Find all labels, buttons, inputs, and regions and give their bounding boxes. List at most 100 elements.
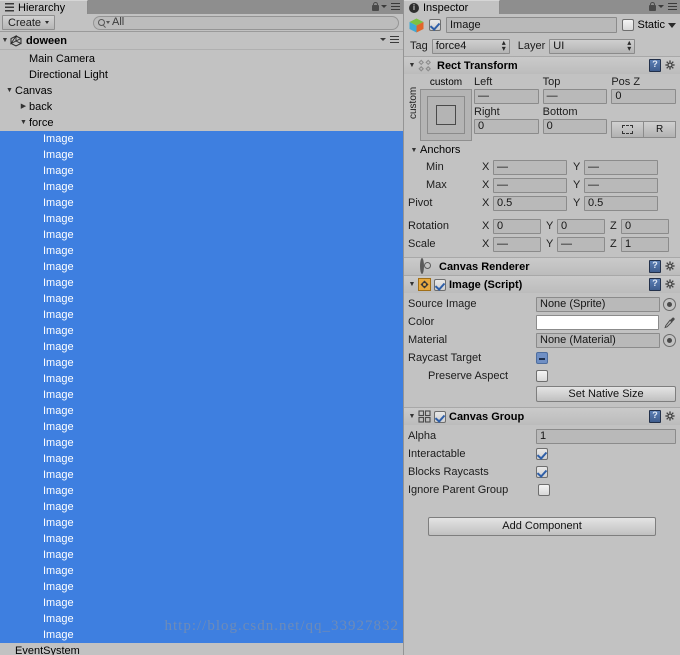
scale-z-input[interactable]: 1 [621, 236, 669, 252]
scene-row-menu[interactable] [380, 36, 399, 43]
hierarchy-row[interactable]: Image [0, 531, 403, 547]
rotation-z-input[interactable]: 0 [621, 218, 669, 234]
hamburger-menu-icon[interactable] [668, 3, 677, 10]
source-image-objectfield[interactable]: None (Sprite) [536, 296, 676, 312]
right-input[interactable]: 0 [474, 119, 539, 134]
left-input[interactable]: — [474, 89, 539, 104]
help-icon[interactable] [649, 278, 661, 291]
material-objectfield[interactable]: None (Material) [536, 332, 676, 348]
hierarchy-row[interactable]: Image [0, 403, 403, 419]
hierarchy-row[interactable]: Image [0, 595, 403, 611]
hierarchy-row[interactable]: Image [0, 451, 403, 467]
hierarchy-row[interactable]: Image [0, 371, 403, 387]
anchors-foldout[interactable]: ▼ Anchors [408, 142, 676, 158]
blueprint-mode-button[interactable] [611, 121, 644, 138]
hierarchy-row[interactable]: Image [0, 179, 403, 195]
image-script-header[interactable]: ▼ Image (Script) [404, 276, 680, 293]
set-native-size-button[interactable]: Set Native Size [536, 386, 676, 402]
hierarchy-row[interactable]: Image [0, 435, 403, 451]
layer-dropdown[interactable]: UI ▴ ▾ [549, 38, 636, 54]
canvas-group-header[interactable]: ▼ Canvas Group [404, 408, 680, 425]
hierarchy-row[interactable]: Image [0, 467, 403, 483]
object-picker-icon[interactable] [663, 333, 676, 347]
anchor-max-x-input[interactable]: — [493, 177, 567, 193]
pivot-x-input[interactable]: 0.5 [493, 195, 567, 211]
alpha-input[interactable]: 1 [536, 428, 676, 444]
hierarchy-row[interactable]: ▼ force [0, 115, 403, 131]
expand-arrow-icon[interactable]: ▼ [4, 83, 15, 99]
hierarchy-row[interactable]: Image [0, 563, 403, 579]
hierarchy-row[interactable]: Image [0, 627, 403, 643]
hierarchy-row[interactable]: Image [0, 611, 403, 627]
canvas-group-enabled-checkbox[interactable] [434, 410, 446, 423]
tag-dropdown[interactable]: force4 ▴ ▾ [431, 38, 510, 54]
hierarchy-row[interactable]: Image [0, 499, 403, 515]
hierarchy-row[interactable]: EventSystem [0, 643, 403, 655]
scene-expand-arrow[interactable]: ▼ [0, 37, 10, 44]
hierarchy-row[interactable]: Image [0, 339, 403, 355]
hierarchy-row[interactable]: Image [0, 483, 403, 499]
color-swatch[interactable] [536, 314, 659, 330]
hamburger-menu-icon[interactable] [391, 3, 400, 10]
anchor-preset-box[interactable] [420, 89, 472, 141]
hierarchy-row[interactable]: Image [0, 147, 403, 163]
hierarchy-row[interactable]: Image [0, 579, 403, 595]
add-component-button[interactable]: Add Component [428, 517, 656, 536]
expand-arrow-icon[interactable]: ▶ [18, 99, 29, 115]
bottom-input[interactable]: 0 [542, 119, 608, 134]
eyedropper-icon[interactable] [663, 316, 676, 329]
hierarchy-row[interactable]: ▶ back [0, 99, 403, 115]
help-icon[interactable] [649, 260, 661, 273]
hierarchy-row[interactable]: Image [0, 211, 403, 227]
image-script-enabled-checkbox[interactable] [434, 278, 446, 291]
rect-transform-header[interactable]: ▼ Rect Transform [404, 57, 680, 74]
hierarchy-row[interactable]: Image [0, 259, 403, 275]
material-input[interactable]: None (Material) [536, 332, 660, 348]
anchor-max-y-input[interactable]: — [584, 177, 658, 193]
chevron-down-icon[interactable] [668, 22, 676, 28]
hierarchy-row[interactable]: Image [0, 547, 403, 563]
blocks-raycasts-checkbox[interactable] [536, 466, 548, 478]
tab-hierarchy[interactable]: Hierarchy [0, 0, 88, 14]
gear-icon[interactable] [665, 411, 676, 422]
posz-input[interactable]: 0 [611, 89, 677, 104]
search-input[interactable]: All [93, 15, 399, 30]
scale-x-input[interactable]: — [493, 236, 541, 252]
hierarchy-row[interactable]: Image [0, 355, 403, 371]
pivot-y-input[interactable]: 0.5 [584, 195, 658, 211]
scale-y-input[interactable]: — [557, 236, 605, 252]
gameobject-name-input[interactable]: Image [446, 17, 618, 33]
expand-arrow-icon[interactable]: ▼ [18, 115, 29, 131]
top-input[interactable]: — [542, 89, 608, 104]
gear-icon[interactable] [665, 261, 676, 272]
hierarchy-row[interactable]: Main Camera [0, 51, 403, 67]
hierarchy-row[interactable]: Image [0, 323, 403, 339]
foldout-arrow-icon[interactable]: ▼ [408, 147, 420, 154]
static-toggle-group[interactable]: Static [622, 19, 676, 31]
hierarchy-row[interactable]: Image [0, 515, 403, 531]
help-icon[interactable] [649, 410, 661, 423]
foldout-arrow-icon[interactable]: ▼ [406, 62, 418, 69]
raw-edit-button[interactable]: R [643, 121, 677, 138]
static-checkbox[interactable] [622, 19, 635, 31]
color-field-group[interactable] [536, 314, 676, 330]
ignore-parent-group-checkbox[interactable] [538, 484, 550, 496]
scene-row[interactable]: ▼ doween [0, 32, 403, 50]
foldout-arrow-icon[interactable] [406, 263, 418, 270]
hierarchy-tree[interactable]: Main Camera Directional Light ▼ Canvas ▶ back… [0, 51, 403, 655]
hierarchy-row[interactable]: Image [0, 243, 403, 259]
hierarchy-row[interactable]: Image [0, 419, 403, 435]
lock-icon[interactable] [372, 2, 379, 11]
hierarchy-row[interactable]: Image [0, 307, 403, 323]
create-button[interactable]: Create [2, 15, 56, 30]
gear-icon[interactable] [665, 60, 676, 71]
source-image-input[interactable]: None (Sprite) [536, 296, 660, 312]
anchor-preset-widget[interactable]: custom custom [408, 76, 474, 141]
hierarchy-search[interactable]: All [93, 15, 399, 30]
gear-icon[interactable] [665, 279, 676, 290]
hierarchy-row[interactable]: Image [0, 131, 403, 147]
canvas-renderer-header[interactable]: Canvas Renderer [404, 257, 680, 275]
foldout-arrow-icon[interactable]: ▼ [406, 281, 418, 288]
anchor-min-y-input[interactable]: — [584, 159, 658, 175]
rotation-y-input[interactable]: 0 [557, 218, 605, 234]
